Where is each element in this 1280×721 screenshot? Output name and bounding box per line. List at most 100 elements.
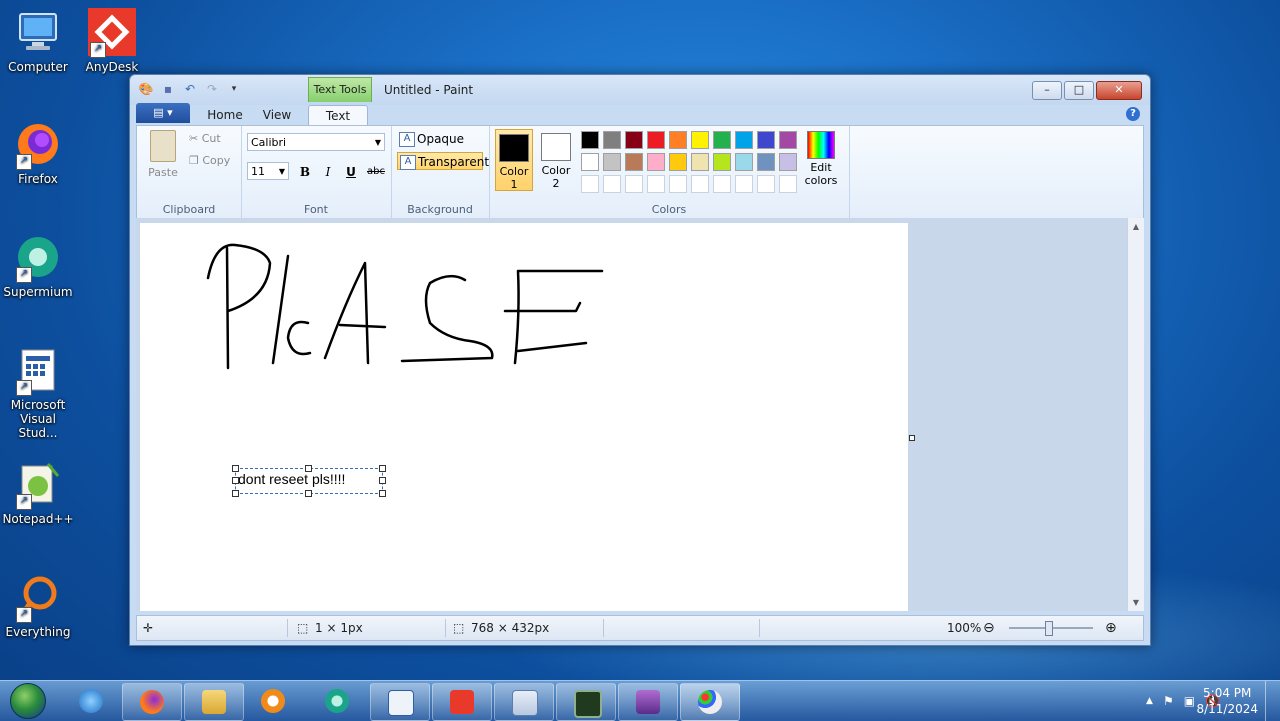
font-size-select[interactable]: 11 ▼ [247,162,289,180]
undo-icon[interactable]: ↶ [182,81,198,97]
palette-swatch[interactable] [625,175,643,193]
desktop-icon-notepadpp[interactable]: ↗ Notepad++ [0,460,76,526]
resize-handle[interactable] [305,490,312,497]
palette-swatch[interactable] [647,153,665,171]
title-bar[interactable]: 🎨 ▪ ↶ ↷ ▾ Text Tools Untitled - Paint – … [130,75,1150,105]
palette-swatch[interactable] [603,175,621,193]
desktop-icon-everything[interactable]: ↗ Everything [0,573,76,639]
palette-swatch[interactable] [757,131,775,149]
redo-icon[interactable]: ↷ [204,81,220,97]
save-icon[interactable]: ▪ [160,81,176,97]
strikethrough-button[interactable]: abc [364,162,388,182]
palette-swatch[interactable] [757,175,775,193]
palette-swatch[interactable] [581,175,599,193]
underline-button[interactable]: U [341,162,361,182]
bold-button[interactable]: B [295,162,315,182]
edit-colors-button[interactable]: Edit colors [803,131,839,187]
palette-swatch[interactable] [647,131,665,149]
paint-menu-button[interactable]: ▤ ▾ [136,103,190,123]
palette-swatch[interactable] [779,175,797,193]
palette-swatch[interactable] [735,131,753,149]
resize-handle[interactable] [232,477,239,484]
taskbar-paint[interactable] [680,683,740,721]
opaque-button[interactable]: A Opaque [397,130,483,148]
palette-swatch[interactable] [779,153,797,171]
cut-button[interactable]: ✂ Cut [189,132,221,145]
palette-swatch[interactable] [603,131,621,149]
help-icon[interactable]: ? [1126,107,1140,121]
copy-button[interactable]: ❐ Copy [189,154,230,167]
taskbar-supermium[interactable] [308,683,366,719]
paint-app-icon[interactable]: 🎨 [138,81,154,97]
action-center-flag-icon[interactable]: ⚑ [1163,694,1174,708]
tab-view[interactable]: View [254,105,300,125]
network-icon[interactable]: ▣ [1184,694,1195,708]
minimize-button[interactable]: – [1032,81,1062,100]
clock[interactable]: 5:04 PM 8/11/2024 [1196,685,1258,717]
palette-swatch[interactable] [713,131,731,149]
maximize-button[interactable]: □ [1064,81,1094,100]
taskbar-winrar[interactable] [618,683,678,721]
transparent-button[interactable]: A Transparent [397,152,489,170]
taskbar-task-manager[interactable] [556,683,616,721]
resize-handle[interactable] [379,465,386,472]
palette-swatch[interactable] [625,131,643,149]
desktop-icon-visual-studio[interactable]: ↗ Microsoft Visual Stud... [0,346,76,440]
scroll-down-icon[interactable]: ▼ [1128,598,1144,607]
palette-swatch[interactable] [735,153,753,171]
zoom-out-button[interactable]: ⊖ [983,616,995,640]
tab-home[interactable]: Home [198,105,252,125]
palette-swatch[interactable] [691,153,709,171]
palette-swatch[interactable] [713,153,731,171]
palette-swatch[interactable] [779,131,797,149]
palette-swatch[interactable] [669,153,687,171]
resize-handle[interactable] [379,477,386,484]
desktop-icon-computer[interactable]: Computer [0,8,76,74]
taskbar-remote-window[interactable] [494,683,554,721]
palette-swatch[interactable] [603,153,621,171]
text-input-box[interactable]: dont reseet pls!!!! [232,465,386,497]
taskbar-explorer[interactable] [184,683,244,721]
taskbar-firefox[interactable] [122,683,182,721]
palette-swatch[interactable] [669,131,687,149]
vertical-scrollbar[interactable]: ▲ ▼ [1127,218,1144,611]
taskbar-anydesk[interactable] [432,683,492,721]
palette-swatch[interactable] [691,175,709,193]
palette-swatch[interactable] [581,153,599,171]
scroll-up-icon[interactable]: ▲ [1128,222,1144,231]
resize-handle[interactable] [379,490,386,497]
palette-swatch[interactable] [757,153,775,171]
text-box-content[interactable]: dont reseet pls!!!! [238,471,345,487]
palette-swatch[interactable] [691,131,709,149]
show-hidden-icons-icon[interactable]: ▲ [1146,696,1153,706]
desktop-icon-supermium[interactable]: ↗ Supermium [0,233,76,299]
paste-button[interactable]: Paste [143,130,183,179]
palette-swatch[interactable] [581,131,599,149]
italic-button[interactable]: I [318,162,338,182]
color2-button[interactable]: Color 2 [537,129,575,191]
start-button[interactable] [4,681,48,721]
color1-button[interactable]: Color 1 [495,129,533,191]
palette-swatch[interactable] [625,153,643,171]
zoom-slider-thumb[interactable] [1045,621,1053,636]
desktop-icon-anydesk[interactable]: ↗ AnyDesk [74,8,150,74]
palette-swatch[interactable] [669,175,687,193]
drawing-canvas[interactable]: dont reseet pls!!!! [140,223,908,611]
tab-text[interactable]: Text [308,105,368,126]
desktop-icon-firefox[interactable]: ↗ Firefox [0,120,76,186]
customize-qat-icon[interactable]: ▾ [226,81,242,97]
taskbar-media-player[interactable] [244,683,302,719]
zoom-in-button[interactable]: ⊕ [1105,616,1117,640]
taskbar-ie[interactable] [62,683,120,719]
palette-swatch[interactable] [713,175,731,193]
canvas-resize-handle[interactable] [909,435,915,441]
font-family-select[interactable]: Calibri ▼ [247,133,385,151]
show-desktop-button[interactable] [1265,681,1280,721]
palette-swatch[interactable] [647,175,665,193]
resize-handle[interactable] [232,490,239,497]
resize-handle[interactable] [232,465,239,472]
close-button[interactable]: ✕ [1096,81,1142,100]
taskbar-visual-studio[interactable] [370,683,430,721]
palette-swatch[interactable] [735,175,753,193]
resize-handle[interactable] [305,465,312,472]
